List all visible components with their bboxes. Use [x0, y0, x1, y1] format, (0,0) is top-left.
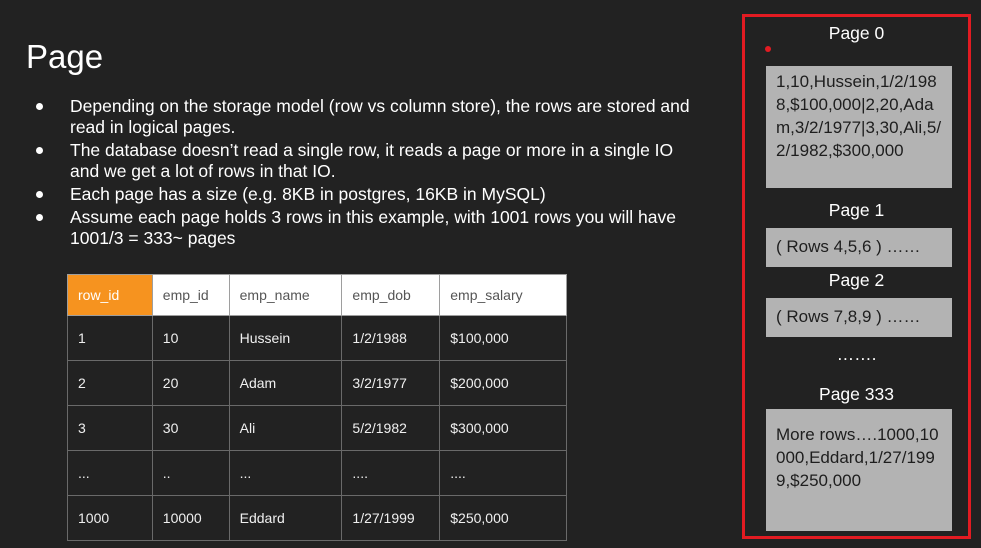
cell-row-id: 3	[67, 405, 153, 451]
bullet-list: Depending on the storage model (row vs c…	[30, 96, 690, 251]
cell-emp-salary: ....	[439, 450, 567, 496]
cell-emp-dob: 1/27/1999	[341, 495, 441, 541]
cell-row-id: 1	[67, 315, 153, 361]
cell-emp-salary: $200,000	[439, 360, 567, 406]
slide: Page Depending on the storage model (row…	[0, 0, 981, 548]
cell-emp-name: Ali	[228, 405, 343, 451]
bullet-item: Depending on the storage model (row vs c…	[30, 96, 690, 138]
table-row: 1000 10000 Eddard 1/27/1999 $250,000	[67, 495, 567, 541]
cell-emp-name: Eddard	[228, 495, 343, 541]
table-row: ... .. ... .... ....	[67, 450, 567, 496]
page-2-label: Page 2	[828, 270, 885, 290]
pages-ellipsis: …….	[836, 344, 877, 364]
cell-emp-dob: 1/2/1988	[341, 315, 441, 361]
column-header-emp-dob: emp_dob	[341, 274, 441, 316]
page-0-label: Page 0	[828, 23, 885, 43]
bullet-item: Each page has a size (e.g. 8KB in postgr…	[30, 184, 690, 205]
pointer-dot-icon	[765, 46, 771, 52]
page-0-box: 1,10,Hussein,1/2/1988,$100,000|2,20,Adam…	[766, 66, 952, 188]
page-333-box: More rows….1000,10000,Eddard,1/27/1999,$…	[766, 409, 952, 531]
table-row: 1 10 Hussein 1/2/1988 $100,000	[67, 315, 567, 361]
cell-emp-id: 30	[151, 405, 230, 451]
page-1-box: ( Rows 4,5,6 ) ……	[766, 228, 952, 267]
cell-emp-id: 10	[151, 315, 230, 361]
cell-emp-salary: $250,000	[439, 495, 567, 541]
bullet-dot-icon	[36, 103, 43, 110]
slide-title: Page	[26, 38, 104, 75]
table-row: 3 30 Ali 5/2/1982 $300,000	[67, 405, 567, 451]
bullet-item: Assume each page holds 3 rows in this ex…	[30, 207, 690, 249]
cell-emp-id: 20	[151, 360, 230, 406]
page-2-box: ( Rows 7,8,9 ) ……	[766, 298, 952, 337]
cell-emp-salary: $300,000	[439, 405, 567, 451]
cell-emp-name: Adam	[228, 360, 343, 406]
bullet-dot-icon	[36, 147, 43, 154]
table-row: 2 20 Adam 3/2/1977 $200,000	[67, 360, 567, 406]
page-1-label: Page 1	[828, 200, 885, 220]
cell-emp-name: ...	[228, 450, 343, 496]
cell-row-id: ...	[67, 450, 153, 496]
column-header-emp-name: emp_name	[228, 274, 343, 316]
column-header-emp-id: emp_id	[151, 274, 230, 316]
cell-emp-id: ..	[151, 450, 230, 496]
cell-emp-dob: 3/2/1977	[341, 360, 441, 406]
employee-table: row_id emp_id emp_name emp_dob emp_salar…	[67, 274, 567, 541]
cell-emp-id: 10000	[151, 495, 230, 541]
page-333-label: Page 333	[819, 384, 894, 404]
bullet-item: The database doesn’t read a single row, …	[30, 140, 690, 182]
cell-row-id: 2	[67, 360, 153, 406]
cell-emp-name: Hussein	[228, 315, 343, 361]
bullet-dot-icon	[36, 214, 43, 221]
cell-emp-dob: 5/2/1982	[341, 405, 441, 451]
bullet-dot-icon	[36, 191, 43, 198]
column-header-emp-salary: emp_salary	[439, 274, 567, 316]
pages-panel: Page 0 1,10,Hussein,1/2/1988,$100,000|2,…	[742, 14, 971, 539]
column-header-row-id: row_id	[67, 274, 153, 316]
cell-emp-dob: ....	[341, 450, 441, 496]
cell-row-id: 1000	[67, 495, 153, 541]
cell-emp-salary: $100,000	[439, 315, 567, 361]
table-header-row: row_id emp_id emp_name emp_dob emp_salar…	[67, 274, 567, 316]
